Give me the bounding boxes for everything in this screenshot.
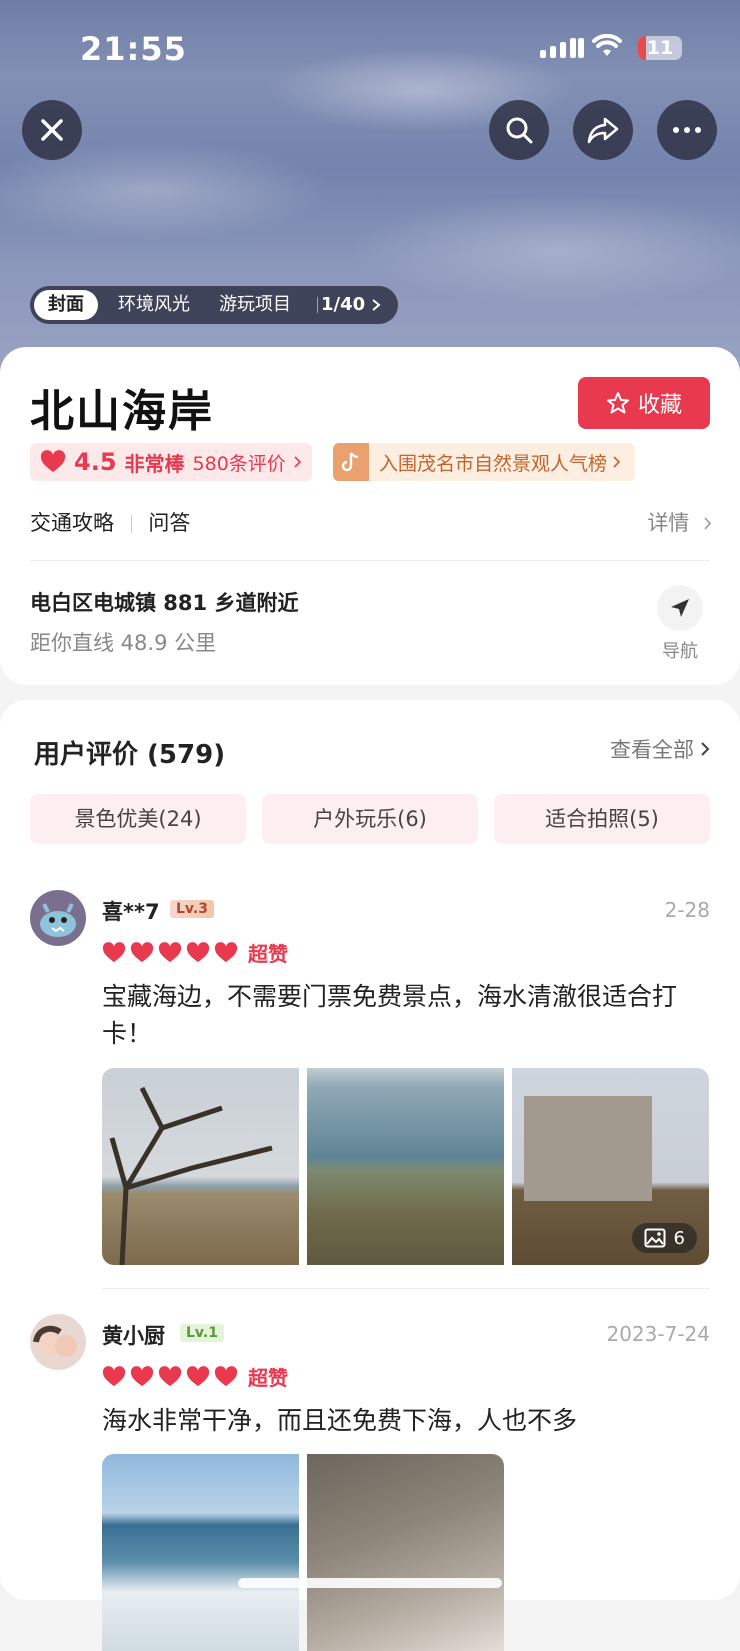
review-tag[interactable]: 适合拍照(5) xyxy=(494,794,710,844)
review-text[interactable]: 宝藏海边，不需要门票免费景点，海水清澈很适合打卡！ xyxy=(102,978,712,1052)
heart-icon xyxy=(186,941,210,962)
heart-icon xyxy=(214,941,238,962)
reviews-title: 用户评价 (579) xyxy=(34,740,226,770)
navigation-arrow-icon xyxy=(657,585,703,631)
divider xyxy=(30,560,710,561)
tab-activities[interactable]: 游玩项目 xyxy=(219,286,291,324)
star-icon xyxy=(606,392,629,414)
details-link[interactable]: 详情 xyxy=(647,507,712,537)
rating-score: 4.5 xyxy=(74,448,117,476)
reviews-card: 用户评价 (579) 查看全部 景色优美(24) 户外玩乐(6) 适合拍照(5)… xyxy=(0,700,740,1651)
see-all-label: 查看全部 xyxy=(610,738,694,762)
share-icon xyxy=(587,117,619,144)
tab-scenery[interactable]: 环境风光 xyxy=(118,286,190,324)
avatar[interactable] xyxy=(30,1314,86,1370)
ranking-badge[interactable]: 入围茂名市自然景观人气榜 xyxy=(333,443,636,481)
address[interactable]: 电白区电城镇 881 乡道附近 xyxy=(30,587,298,617)
status-bar: 21:55 11 xyxy=(0,28,740,68)
navigate-label: 导航 xyxy=(662,641,698,662)
favorite-button[interactable]: 收藏 xyxy=(578,377,710,429)
review-photo[interactable] xyxy=(102,1068,299,1265)
cellular-signal-icon xyxy=(540,38,584,58)
image-icon xyxy=(644,1228,666,1248)
more-icon xyxy=(673,127,701,133)
chevron-right-icon xyxy=(613,456,621,468)
status-time: 21:55 xyxy=(80,30,187,68)
heart-icon xyxy=(214,1365,238,1386)
link-qa[interactable]: 问答 xyxy=(148,511,190,535)
heart-icon xyxy=(158,1365,182,1386)
review-tag[interactable]: 户外玩乐(6) xyxy=(262,794,478,844)
level-badge: Lv.3 xyxy=(170,900,214,918)
review-text[interactable]: 海水非常干净，而且还免费下海，人也不多 xyxy=(102,1402,712,1439)
review-date: 2-28 xyxy=(664,898,710,922)
chevron-right-icon xyxy=(701,742,710,756)
wifi-icon xyxy=(592,34,622,56)
distance: 距你直线 48.9 公里 xyxy=(30,631,217,655)
share-button[interactable] xyxy=(573,100,633,160)
navigate-button[interactable]: 导航 xyxy=(650,585,710,663)
rating-word: 超赞 xyxy=(248,942,288,966)
chevron-right-icon xyxy=(372,299,381,311)
close-icon xyxy=(41,119,63,141)
review-photo[interactable]: 6 xyxy=(512,1068,709,1265)
level-badge: Lv.1 xyxy=(180,1324,224,1342)
heart-icon xyxy=(40,450,66,472)
heart-icon xyxy=(130,941,154,962)
poi-info-card: 北山海岸 收藏 4.5 非常棒 580条评价 入围茂名市自然景观人气榜 交通攻略… xyxy=(0,347,740,685)
heart-icon xyxy=(102,1365,126,1386)
rating-word: 超赞 xyxy=(248,1366,288,1390)
poi-links: 交通攻略 问答 xyxy=(30,507,190,537)
review-photo[interactable] xyxy=(102,1454,299,1651)
rating-text: 非常棒 xyxy=(124,451,185,476)
review-tag[interactable]: 景色优美(24) xyxy=(30,794,246,844)
gallery-counter[interactable]: 1/40 xyxy=(321,286,365,324)
heart-icon xyxy=(130,1365,154,1386)
review-count: 580条评价 xyxy=(192,452,286,475)
music-note-icon xyxy=(333,443,369,481)
gallery-tabs: 封面 环境风光 游玩项目 1/40 xyxy=(30,286,398,324)
ruin-wall xyxy=(524,1096,652,1201)
more-button[interactable] xyxy=(657,100,717,160)
details-label: 详情 xyxy=(647,511,690,535)
battery-icon: 11 xyxy=(638,36,682,60)
review-date: 2023-7-24 xyxy=(606,1322,710,1346)
search-button[interactable] xyxy=(489,100,549,160)
photo-count-badge[interactable]: 6 xyxy=(631,1223,697,1253)
divider xyxy=(102,1288,710,1289)
photo-count: 6 xyxy=(673,1227,685,1249)
tab-cover[interactable]: 封面 xyxy=(34,290,98,320)
battery-level: 11 xyxy=(646,37,674,59)
link-transport-guide[interactable]: 交通攻略 xyxy=(30,511,114,535)
avatar[interactable] xyxy=(30,890,86,946)
cover-photo[interactable]: 21:55 11 封面 环境风光 游玩项目 1/40 xyxy=(0,0,740,380)
heart-icon xyxy=(186,1365,210,1386)
heart-icon xyxy=(102,941,126,962)
search-icon xyxy=(506,117,533,144)
link-divider xyxy=(130,515,132,533)
home-indicator[interactable] xyxy=(238,1578,502,1588)
tab-divider xyxy=(317,297,318,313)
rating-summary[interactable]: 4.5 非常棒 580条评价 xyxy=(30,443,312,481)
page-title: 北山海岸 xyxy=(30,386,214,437)
heart-icon xyxy=(158,941,182,962)
review-photo[interactable] xyxy=(307,1068,504,1265)
see-all-link[interactable]: 查看全部 xyxy=(610,734,710,764)
review-username[interactable]: 黄小厨 xyxy=(102,1320,165,1350)
chevron-right-icon xyxy=(704,517,712,530)
review-username[interactable]: 喜**7 xyxy=(102,896,160,926)
ranking-text: 入围茂名市自然景观人气榜 xyxy=(379,452,608,475)
close-button[interactable] xyxy=(22,100,82,160)
chevron-right-icon xyxy=(294,456,301,468)
rating-hearts: 超赞 xyxy=(102,1362,288,1391)
rating-hearts: 超赞 xyxy=(102,938,288,967)
review-photo[interactable] xyxy=(307,1454,504,1651)
favorite-label: 收藏 xyxy=(637,393,682,418)
